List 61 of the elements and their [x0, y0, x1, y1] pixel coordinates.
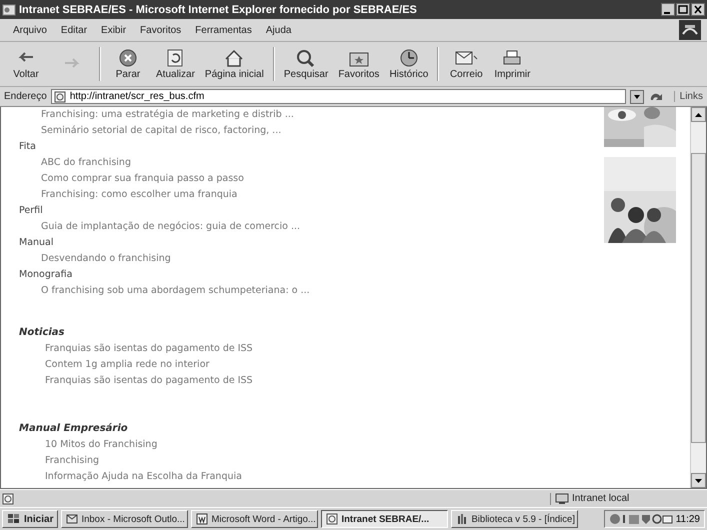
- category-heading: Manual: [19, 236, 55, 250]
- toolbar-button[interactable]: Atualizar: [152, 44, 199, 84]
- result-link[interactable]: Contem 1g amplia rede no interior: [19, 357, 598, 373]
- menu-item[interactable]: Favoritos: [133, 22, 188, 38]
- scroll-up-icon[interactable]: [691, 107, 706, 122]
- start-button[interactable]: Iniciar: [2, 510, 58, 528]
- taskbar-button[interactable]: Biblioteca v 5.9 - [Índice]: [451, 510, 578, 528]
- menu-item[interactable]: Arquivo: [6, 22, 54, 38]
- toolbar-button[interactable]: Favoritos: [334, 44, 384, 84]
- result-link[interactable]: Franchising: uma estratégia de marketing e distrib ...: [19, 107, 598, 123]
- toolbar-button[interactable]: Página inicial: [200, 44, 268, 84]
- result-link[interactable]: ABC do franchising: [19, 155, 598, 171]
- section-heading: Manual Empresário: [19, 422, 129, 436]
- section-heading: Noticias: [19, 326, 66, 340]
- maximize-icon[interactable]: [676, 3, 690, 16]
- result-link[interactable]: Franchising: como escolher uma franquia: [19, 187, 598, 203]
- category-heading: Perfil: [19, 204, 44, 218]
- result-link[interactable]: Como comprar sua franquia passo a passo: [19, 171, 598, 187]
- taskbar-button[interactable]: Intranet SEBRAE/...: [321, 510, 448, 528]
- close-icon[interactable]: [691, 3, 705, 16]
- window-title: Intranet SEBRAE/ES - Microsoft Internet Explorer fornecido por SEBRAE/ES: [19, 4, 418, 16]
- dropdown-icon[interactable]: [630, 90, 644, 104]
- result-link[interactable]: Franquias são isentas do pagamento de ISS: [19, 373, 598, 389]
- result-link[interactable]: Informação Ajuda na Escolha da Franquia: [19, 469, 598, 485]
- taskbar-button[interactable]: Microsoft Word - Artigo...: [191, 510, 318, 528]
- toolbar-button[interactable]: Parar: [106, 44, 150, 84]
- menu-item[interactable]: Exibir: [94, 22, 134, 38]
- toolbar-button[interactable]: Histórico: [385, 44, 432, 84]
- menu-item[interactable]: Ajuda: [258, 22, 298, 38]
- toolbar-button[interactable]: Voltar: [4, 44, 48, 84]
- scroll-thumb[interactable]: [691, 152, 706, 442]
- tray-icons-drawing: [608, 513, 673, 525]
- category-heading: Fita: [19, 140, 37, 154]
- page-icon: [326, 513, 338, 525]
- window-icon: [2, 2, 16, 16]
- taskbar-button[interactable]: Inbox - Microsoft Outlo...: [61, 510, 188, 528]
- result-link[interactable]: Seminário setorial de capital de risco, factoring, ...: [19, 123, 598, 139]
- category-heading: Monografia: [19, 268, 74, 282]
- address-label: Endereço: [4, 91, 47, 102]
- result-link[interactable]: Desvendando o franchising: [19, 251, 598, 267]
- document-icon: [196, 513, 208, 525]
- windows-logo-icon: [7, 513, 21, 525]
- menu-item[interactable]: Ferramentas: [188, 22, 259, 38]
- toolbar-button[interactable]: Imprimir: [490, 44, 534, 84]
- page-icon: [54, 90, 66, 102]
- result-link[interactable]: 10 Mitos do Franchising: [19, 437, 598, 453]
- address-field[interactable]: http://intranet/scr_res_bus.cfm: [50, 89, 626, 104]
- links-button[interactable]: Links: [674, 91, 703, 102]
- clock: 11:29: [676, 514, 700, 524]
- toolbar-button[interactable]: Correio: [444, 44, 488, 84]
- result-link[interactable]: O franchising sob uma abordagem schumpeteriana: o ...: [19, 283, 598, 299]
- result-link[interactable]: Franchising: [19, 453, 598, 469]
- zone-label: Intranet local: [572, 493, 630, 504]
- toolbar-button[interactable]: Pesquisar: [280, 44, 332, 84]
- scroll-down-icon[interactable]: [691, 473, 706, 488]
- minimize-icon[interactable]: [661, 3, 675, 16]
- result-link[interactable]: Guia de implantação de negócios: guia de comercio ...: [19, 219, 598, 235]
- result-link[interactable]: Franquias são isentas do pagamento de ISS: [19, 341, 598, 357]
- mail-icon: [66, 513, 78, 525]
- menu-item[interactable]: Editar: [54, 22, 94, 38]
- page-icon: [2, 492, 14, 504]
